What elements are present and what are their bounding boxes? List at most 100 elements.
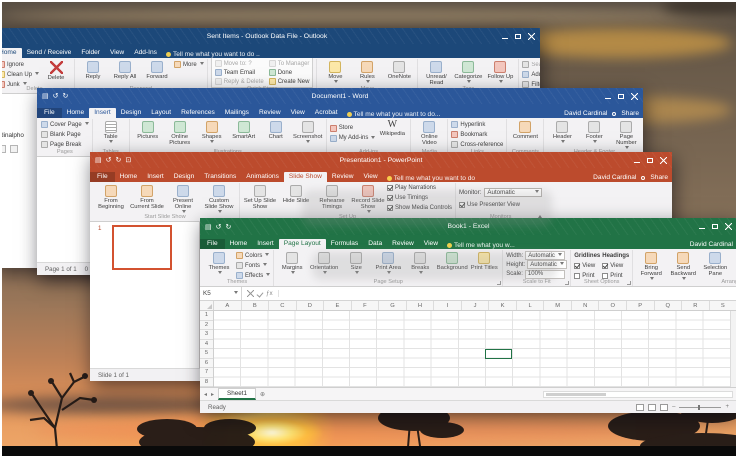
comment-button[interactable]: Comment — [510, 120, 540, 140]
screenshot-button[interactable]: Screenshot — [293, 120, 323, 145]
cells-area[interactable] — [214, 311, 730, 387]
follow-up-button[interactable]: Follow Up — [485, 60, 515, 85]
tab-home[interactable]: Home — [225, 239, 253, 249]
column-header[interactable]: K — [489, 301, 517, 310]
align-button[interactable]: Align — [732, 251, 736, 276]
close-button[interactable] — [528, 33, 535, 40]
tab-acrobat[interactable]: Acrobat — [310, 108, 343, 118]
tab-layout[interactable]: Layout — [146, 108, 176, 118]
minimize-button[interactable] — [634, 162, 640, 163]
tab-view[interactable]: View — [286, 108, 310, 118]
record-slide-show-button[interactable]: Record Slide Show — [351, 184, 385, 215]
tab-slide-show[interactable]: Slide Show — [284, 172, 327, 182]
orientation-button[interactable]: Orientation — [309, 251, 339, 276]
tab-send-receive[interactable]: Send / Receive — [22, 48, 77, 58]
user-name[interactable]: David Cardinal — [690, 241, 733, 248]
cancel-icon[interactable] — [247, 290, 254, 297]
online-video-button[interactable]: Online Video — [414, 120, 444, 146]
selection-pane-button[interactable]: Selection Pane — [700, 251, 730, 277]
shapes-button[interactable]: Shapes — [197, 120, 227, 145]
quick-step-item[interactable]: Done — [269, 68, 310, 77]
column-header[interactable]: A — [214, 301, 242, 310]
breaks-button[interactable]: Breaks — [405, 251, 435, 276]
pictures-button[interactable]: Pictures — [133, 120, 163, 140]
tab-page-layout[interactable]: Page Layout — [279, 239, 326, 249]
my-addins-button[interactable]: My Add-ins — [330, 134, 376, 143]
select-all-corner[interactable] — [200, 301, 214, 310]
tab-insert[interactable]: Insert — [89, 108, 116, 118]
ignore-button[interactable]: Ignore — [2, 60, 39, 69]
user-name[interactable]: David Cardinal — [564, 110, 607, 117]
undo-icon[interactable]: ↺ — [216, 223, 222, 231]
hyperlink-button[interactable]: Hyperlink — [451, 120, 503, 129]
column-header[interactable]: N — [572, 301, 600, 310]
font-size-icon[interactable] — [2, 145, 6, 153]
row-header[interactable]: 3 — [200, 330, 213, 340]
chart-button[interactable]: Chart — [261, 120, 291, 140]
rehearse-timings-button[interactable]: Rehearse Timings — [315, 184, 349, 210]
cross-reference-button[interactable]: Cross-reference — [451, 140, 503, 149]
view-grid-icon[interactable] — [10, 145, 18, 153]
vertical-scrollbar[interactable] — [730, 311, 736, 387]
quick-step-item[interactable]: Create New — [269, 77, 310, 86]
quick-step-item[interactable]: Team Email — [215, 68, 264, 77]
tab-add-ins[interactable]: Add-Ins — [129, 48, 162, 58]
horizontal-scrollbar[interactable] — [543, 391, 733, 398]
onenote-button[interactable]: OneNote — [384, 60, 414, 80]
quick-step-item[interactable]: To Manager — [269, 59, 310, 68]
row-header[interactable]: 5 — [200, 349, 213, 359]
tab-folder[interactable]: Folder — [76, 48, 105, 58]
page-layout-view-icon[interactable] — [648, 404, 656, 411]
footer-button[interactable]: Footer — [579, 120, 609, 145]
tab-home[interactable]: Home — [115, 172, 143, 182]
hide-slide-button[interactable]: Hide Slide — [279, 184, 313, 204]
column-header[interactable]: C — [269, 301, 297, 310]
present-online-button[interactable]: Present Online — [166, 184, 200, 215]
row-header[interactable]: 8 — [200, 378, 213, 388]
zoom-out-icon[interactable]: – — [672, 404, 675, 410]
delete-button[interactable]: Delete — [41, 60, 71, 81]
column-header[interactable]: J — [462, 301, 490, 310]
tellme-box[interactable]: Tell me what you want to do .. — [166, 51, 260, 58]
column-header[interactable]: E — [324, 301, 352, 310]
smartart-button[interactable]: SmartArt — [229, 120, 259, 140]
save-icon[interactable]: ▤ — [42, 92, 49, 100]
margins-button[interactable]: Margins — [277, 251, 307, 276]
slide-thumbnail-pane[interactable]: 1 — [90, 222, 200, 368]
tab-view[interactable]: View — [419, 239, 443, 249]
move-button[interactable]: Move — [320, 60, 350, 85]
page-count[interactable]: Page 1 of 1 — [45, 266, 77, 273]
undo-icon[interactable]: ↺ — [53, 92, 59, 100]
quick-step-item[interactable]: Move to: ? — [215, 59, 264, 68]
page-break-button[interactable]: Page Break — [41, 140, 89, 149]
column-header[interactable]: M — [544, 301, 572, 310]
tab-view[interactable]: View — [105, 48, 129, 58]
dialog-launcher-icon[interactable] — [627, 281, 631, 285]
header-button[interactable]: Header — [547, 120, 577, 145]
slide-thumbnail[interactable] — [112, 225, 172, 270]
tab-mailings[interactable]: Mailings — [220, 108, 254, 118]
background-button[interactable]: Background — [437, 251, 467, 271]
tab-animations[interactable]: Animations — [241, 172, 284, 182]
minimize-button[interactable] — [699, 228, 705, 229]
tellme-box[interactable]: Tell me what you want to do — [387, 175, 475, 182]
column-header[interactable]: B — [242, 301, 270, 310]
tab-data[interactable]: Data — [363, 239, 387, 249]
new-sheet-icon[interactable]: ⊕ — [260, 391, 265, 398]
enter-icon[interactable] — [257, 290, 264, 297]
zoom-slider[interactable] — [679, 407, 721, 408]
sheet-nav-left-icon[interactable]: ◂ — [204, 391, 207, 398]
tab-view[interactable]: View — [359, 172, 383, 182]
headings-view-checkbox[interactable]: View — [602, 261, 623, 270]
store-button[interactable]: Store — [330, 124, 376, 133]
fx-icon[interactable]: ƒx — [266, 290, 273, 297]
row-header[interactable]: 6 — [200, 359, 213, 369]
tab-insert[interactable]: Insert — [252, 239, 279, 249]
quick-step-item[interactable]: Reply & Delete — [215, 77, 264, 86]
cover-page-button[interactable]: Cover Page — [41, 120, 89, 129]
wikipedia-button[interactable]: WWikipedia — [377, 120, 407, 137]
tab-transitions[interactable]: Transitions — [199, 172, 241, 182]
row-header[interactable]: 1 — [200, 311, 213, 321]
tab-home[interactable]: Home — [62, 108, 90, 118]
online-pictures-button[interactable]: Online Pictures — [165, 120, 195, 146]
